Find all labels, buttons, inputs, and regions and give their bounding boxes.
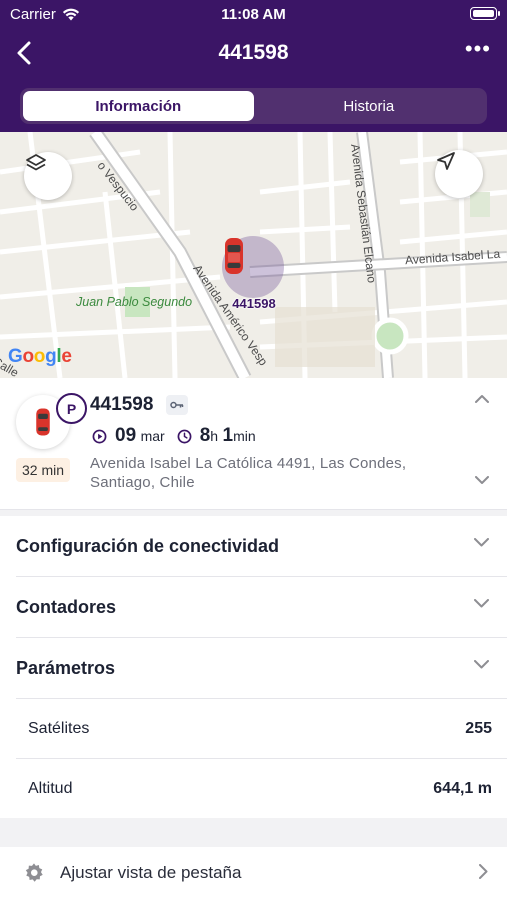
google-letter: o	[22, 346, 34, 367]
google-letter: g	[45, 346, 57, 367]
status-time: 11:08 AM	[221, 6, 286, 23]
parameter-value: 644,1 m	[433, 780, 492, 797]
tab-informacion[interactable]: Información	[23, 91, 254, 121]
car-icon	[36, 408, 50, 436]
section-counters[interactable]: Contadores	[16, 577, 507, 638]
duration-hours: 8	[199, 425, 211, 446]
date-month: mar	[140, 428, 165, 444]
parameter-label: Satélites	[28, 719, 90, 737]
duration-minutes: 1	[222, 425, 234, 446]
google-letter: e	[61, 346, 72, 367]
adjust-tab-view-row[interactable]: Ajustar vista de pestaña	[0, 847, 507, 900]
vehicle-summary-card[interactable]: P 32 min 441598 09 mar 8h 1min Avenida I…	[0, 378, 507, 510]
park-label: Juan Pablo Segundo	[76, 295, 193, 309]
section-title: Contadores	[16, 596, 117, 617]
navigation-bar: 441598 •••	[0, 30, 507, 76]
expand-chevron-down-icon[interactable]	[475, 476, 489, 485]
collapse-chevron-up-icon[interactable]	[475, 394, 489, 403]
chevron-right-icon	[479, 864, 488, 879]
parking-status-badge: P	[56, 393, 87, 424]
date-day: 09	[115, 425, 137, 446]
tab-segmented-control: Información Historia	[20, 88, 487, 124]
duration-minutes-unit: min	[233, 428, 256, 444]
details-sections: Configuración de conectividad Contadores…	[0, 516, 507, 818]
duration-hours-unit: h	[210, 428, 219, 444]
google-letter: o	[33, 346, 46, 367]
more-options-icon[interactable]: •••	[465, 38, 491, 60]
navigation-arrow-icon	[437, 152, 455, 170]
chevron-down-icon	[474, 599, 489, 608]
key-icon	[166, 395, 188, 415]
trip-stats: 09 mar 8h 1min	[92, 425, 256, 447]
locate-button[interactable]	[435, 150, 483, 198]
chevron-down-icon	[474, 660, 489, 669]
car-icon	[225, 238, 243, 274]
layers-icon	[26, 154, 46, 171]
section-connectivity[interactable]: Configuración de conectividad	[16, 516, 507, 577]
vehicle-marker-label: 441598	[232, 296, 276, 311]
gear-icon	[25, 863, 43, 882]
parameter-row-altitude: Altitud 644,1 m	[16, 759, 507, 819]
section-parameters[interactable]: Parámetros	[16, 638, 507, 699]
battery-icon	[470, 7, 500, 20]
google-letter: G	[8, 346, 23, 367]
unit-name: 441598	[90, 394, 154, 415]
status-bar: Carrier 11:08 AM	[0, 0, 507, 28]
header: Carrier 11:08 AM 441598 ••• Información …	[0, 0, 507, 132]
map-view[interactable]: o Vespucio Avenida Américo Vesp Avenida …	[0, 132, 507, 378]
layers-button[interactable]	[24, 152, 72, 200]
battery-fill	[472, 9, 494, 17]
google-text: Google	[8, 346, 72, 367]
parked-duration-chip: 32 min	[16, 458, 70, 482]
parameter-row-satellites: Satélites 255	[16, 699, 507, 759]
page-title: 441598	[218, 41, 289, 64]
section-title: Parámetros	[16, 657, 116, 678]
play-circle-icon	[92, 429, 107, 443]
vehicle-address: Avenida Isabel La Católica 4491, Las Con…	[90, 455, 407, 491]
parameter-label: Altitud	[28, 780, 73, 797]
tab-historia[interactable]: Historia	[254, 91, 485, 121]
vehicle-map-marker[interactable]	[222, 236, 284, 298]
adjust-tab-view-label: Ajustar vista de pestaña	[60, 863, 242, 882]
clock-icon	[177, 429, 192, 443]
google-attribution: Google	[8, 346, 72, 368]
section-title: Configuración de conectividad	[16, 535, 280, 556]
chevron-down-icon	[474, 538, 489, 547]
parameter-value: 255	[465, 719, 492, 737]
